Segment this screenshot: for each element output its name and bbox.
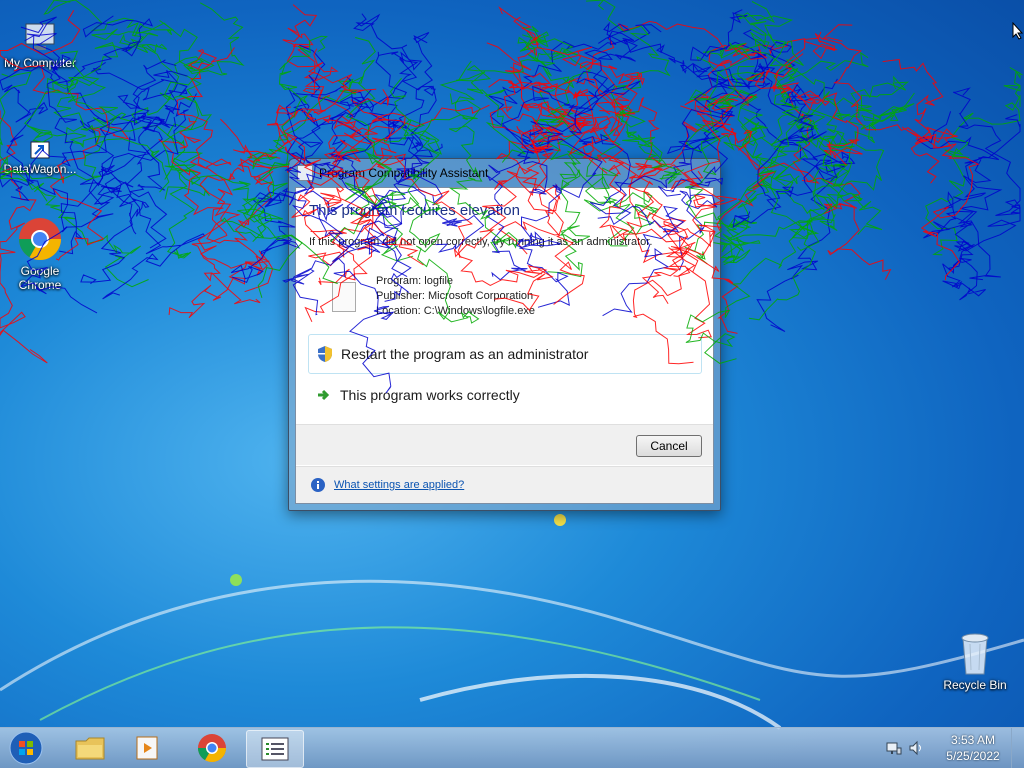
show-desktop-button[interactable] — [1011, 728, 1024, 768]
scribble-stroke — [925, 67, 1023, 256]
desktop-icon-label: My Computer — [3, 56, 77, 70]
scribble-stroke — [220, 118, 281, 293]
scribble-stroke — [748, 75, 906, 321]
desktop-icon-label: DataWagon... — [3, 162, 77, 176]
program-works-button[interactable]: This program works correctly — [308, 376, 700, 414]
scribble-stroke — [766, 78, 856, 211]
compatibility-dialog: Program Compatibility Assistant This pro… — [288, 158, 721, 511]
taskbar-active-window[interactable] — [246, 730, 304, 768]
scribble-stroke — [750, 28, 851, 211]
dialog-heading: This program requires elevation — [309, 202, 520, 219]
taskbar-explorer[interactable] — [62, 730, 118, 766]
scribble-stroke — [708, 49, 837, 332]
taskbar-chrome[interactable] — [184, 730, 240, 766]
scribble-stroke — [745, 53, 863, 166]
scribble-stroke — [134, 20, 267, 243]
scribble-stroke — [80, 69, 188, 285]
scribble-stroke — [566, 37, 618, 174]
scribble-stroke — [706, 65, 826, 252]
desktop-icon-recycle-bin[interactable]: Recycle Bin — [935, 630, 1015, 692]
program-details: Program: logfile Publisher: Microsoft Co… — [376, 274, 535, 319]
windows-logo-icon — [9, 731, 43, 765]
volume-icon[interactable] — [908, 740, 924, 756]
recycle-bin-icon — [961, 633, 989, 675]
desktop-icon-label: Google Chrome — [18, 264, 62, 292]
computer-icon — [25, 23, 55, 50]
scribble-stroke — [456, 25, 555, 163]
dialog-info-band: What settings are applied? — [296, 466, 713, 503]
green-arrow-icon — [314, 388, 334, 402]
mouse-cursor-icon — [1012, 22, 1024, 40]
scribble-stroke — [176, 47, 240, 244]
scribble-stroke — [100, 93, 206, 300]
start-button[interactable] — [6, 731, 46, 765]
dialog-content: This program requires elevation If this … — [295, 187, 714, 504]
file-icon — [332, 282, 356, 312]
scribble-stroke — [820, 81, 910, 235]
program-publisher: Publisher: Microsoft Corporation — [376, 290, 534, 302]
media-player-icon — [136, 736, 158, 760]
scribble-stroke — [158, 117, 261, 305]
settings-applied-link[interactable]: What settings are applied? — [334, 479, 464, 491]
scribble-stroke — [737, 1, 862, 234]
scribble-stroke — [91, 28, 210, 200]
taskbar: 3:53 AM 5/25/2022 — [0, 727, 1024, 768]
scribble-stroke — [720, 92, 915, 259]
cancel-button[interactable]: Cancel — [636, 435, 702, 457]
scribble-stroke — [91, 61, 188, 249]
dialog-title: Program Compatibility Assistant — [319, 166, 489, 180]
dialog-description: If this program did not open correctly, … — [309, 236, 653, 248]
desktop-icon-label: Recycle Bin — [943, 678, 1007, 692]
restart-as-admin-button[interactable]: Restart the program as an administrator — [308, 334, 702, 374]
scribble-stroke — [882, 58, 980, 281]
clock-time: 3:53 AM — [950, 733, 996, 747]
desktop-icon-my-computer[interactable]: My Computer — [0, 20, 80, 70]
scribble-stroke — [943, 114, 1021, 281]
program-location: Location: C:\Windows\logfile.exe — [376, 305, 535, 317]
shield-icon — [315, 345, 335, 363]
scribble-stroke — [948, 87, 1021, 301]
scribble-stroke — [168, 106, 301, 319]
dialog-titlebar[interactable]: Program Compatibility Assistant — [289, 159, 720, 187]
shortcut-icon — [30, 141, 50, 159]
scribble-stroke — [917, 111, 1003, 297]
system-tray — [886, 728, 924, 768]
chrome-icon — [18, 218, 62, 261]
info-icon — [311, 478, 325, 492]
program-name: Program: logfile — [376, 275, 454, 287]
scribble-stroke — [771, 31, 892, 281]
desktop-icon-datawagon[interactable]: DataWagon... — [0, 140, 80, 176]
scribble-stroke — [823, 37, 958, 184]
folder-icon — [75, 737, 105, 760]
list-icon — [261, 737, 289, 761]
scribble-stroke — [744, 51, 869, 205]
program-works-label: This program works correctly — [340, 387, 520, 403]
chrome-icon — [198, 734, 226, 762]
clock[interactable]: 3:53 AM 5/25/2022 — [940, 732, 1006, 764]
clock-date: 5/25/2022 — [946, 749, 1000, 763]
taskbar-media-player[interactable] — [120, 730, 176, 766]
app-icon — [297, 165, 313, 181]
scribble-stroke — [353, 13, 443, 153]
restart-as-admin-label: Restart the program as an administrator — [341, 346, 589, 362]
desktop-icon-chrome[interactable]: Google Chrome — [0, 216, 80, 292]
scribble-stroke — [498, 6, 645, 136]
network-icon[interactable] — [886, 740, 902, 756]
scribble-stroke — [505, 16, 593, 153]
scribble-stroke — [166, 2, 245, 259]
